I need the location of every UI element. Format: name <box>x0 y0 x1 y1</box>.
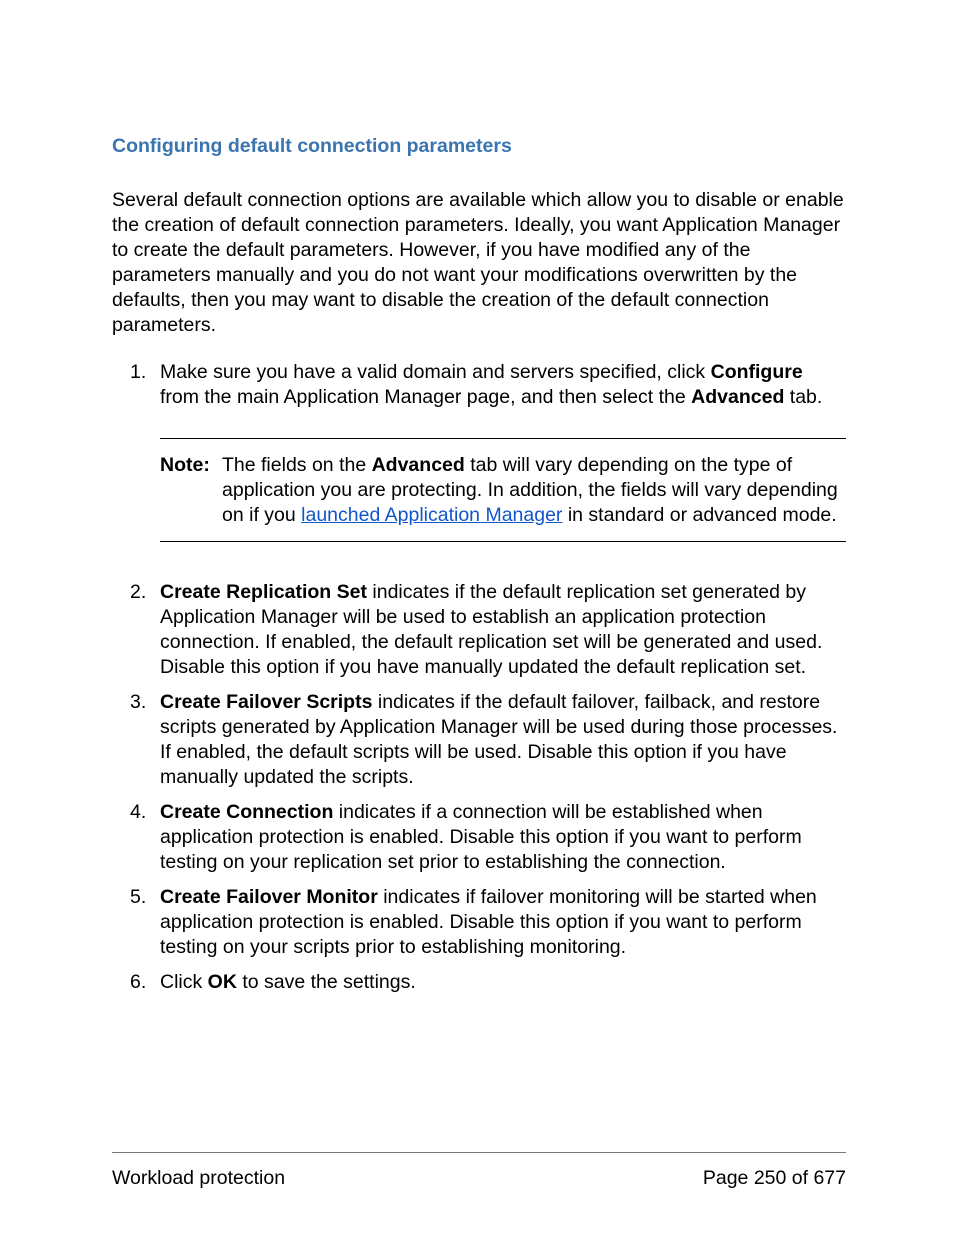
document-page: Configuring default connection parameter… <box>0 0 954 1235</box>
step-5: Create Failover Monitor indicates if fai… <box>112 885 846 960</box>
steps-list: Make sure you have a valid domain and se… <box>112 360 846 995</box>
text: Make sure you have a valid domain and se… <box>160 361 711 383</box>
note-box: Note: The fields on the Advanced tab wil… <box>160 438 846 543</box>
bold-create-failover-monitor: Create Failover Monitor <box>160 886 378 908</box>
bold-create-replication-set: Create Replication Set <box>160 581 367 603</box>
step-2: Create Replication Set indicates if the … <box>112 580 846 680</box>
step-3: Create Failover Scripts indicates if the… <box>112 690 846 790</box>
section-heading: Configuring default connection parameter… <box>112 135 846 158</box>
step-1: Make sure you have a valid domain and se… <box>112 360 846 571</box>
page-footer: Workload protection Page 250 of 677 <box>112 1152 846 1190</box>
text: from the main Application Manager page, … <box>160 386 691 408</box>
text: in standard or advanced mode. <box>562 504 836 526</box>
footer-left: Workload protection <box>112 1167 285 1190</box>
footer-right: Page 250 of 677 <box>703 1167 846 1190</box>
text: to save the settings. <box>237 971 416 993</box>
text: The fields on the <box>222 454 372 476</box>
intro-paragraph: Several default connection options are a… <box>112 188 846 338</box>
bold-configure: Configure <box>711 361 803 383</box>
bold-create-failover-scripts: Create Failover Scripts <box>160 691 372 713</box>
bold-advanced: Advanced <box>691 386 784 408</box>
step-6: Click OK to save the settings. <box>112 970 846 995</box>
bold-advanced-2: Advanced <box>372 454 465 476</box>
bold-ok: OK <box>208 971 237 993</box>
note-label: Note: <box>160 453 222 528</box>
note-body: The fields on the Advanced tab will vary… <box>222 453 846 528</box>
bold-create-connection: Create Connection <box>160 801 333 823</box>
text: Click <box>160 971 208 993</box>
step-4: Create Connection indicates if a connect… <box>112 800 846 875</box>
text: tab. <box>784 386 822 408</box>
link-launched-app-manager[interactable]: launched Application Manager <box>301 504 562 526</box>
